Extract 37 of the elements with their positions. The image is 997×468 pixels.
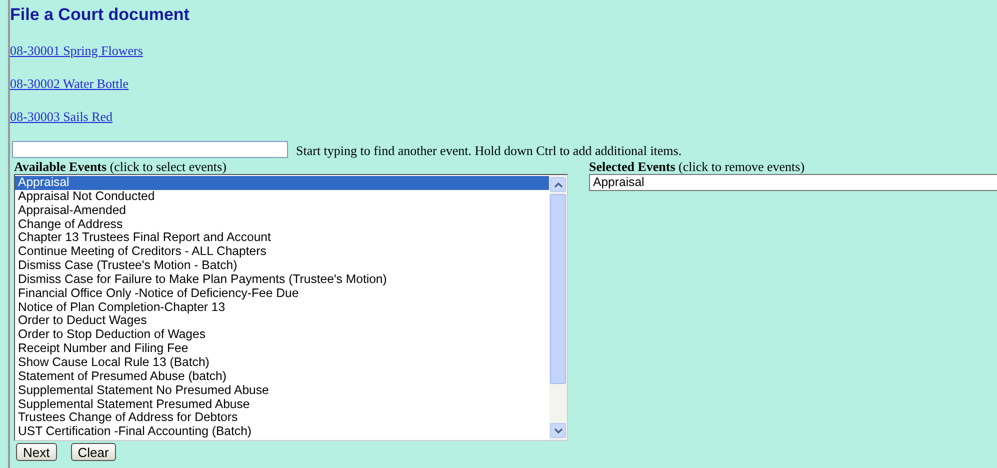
event-option[interactable]: Financial Office Only -Notice of Deficiency-Fee Due	[15, 286, 549, 301]
event-option[interactable]: Statement of Presumed Abuse (batch)	[15, 370, 549, 384]
event-option[interactable]: Show Cause Local Rule 13 (Batch)	[15, 356, 549, 370]
event-option[interactable]: Supplemental Statement Presumed Abuse	[15, 398, 549, 412]
event-option[interactable]: UST Certification -Final Accounting (Batch)	[15, 425, 549, 440]
event-option[interactable]: Notice of Plan Completion-Chapter 13	[15, 300, 549, 314]
scroll-thumb[interactable]	[550, 194, 566, 384]
event-option[interactable]: Receipt Number and Filing Fee	[15, 342, 549, 356]
case-link[interactable]: 08-30002 Water Bottle	[10, 76, 129, 91]
event-option[interactable]: Appraisal-Amended	[15, 204, 549, 218]
scroll-up-button[interactable]	[550, 177, 566, 192]
selected-event-option[interactable]: Appraisal	[590, 175, 997, 190]
event-option[interactable]: Dismiss Case for Failure to Make Plan Payments (Trustee's Motion)	[15, 272, 549, 287]
search-hint: Start typing to find another event. Hold down Ctrl to add additional items.	[296, 143, 682, 158]
event-search-field[interactable]	[12, 141, 288, 158]
form-button[interactable]: Next	[16, 443, 57, 461]
available-events-label: Available Events (click to select events)	[14, 159, 226, 174]
event-option[interactable]: Change of Address	[15, 218, 549, 232]
case-link[interactable]: 08-30003 Sails Red	[10, 109, 113, 124]
event-option[interactable]: Chapter 13 Trustees Final Report and Account	[15, 231, 549, 246]
page-title: File a Court document	[10, 4, 190, 25]
event-option[interactable]: Order to Deduct Wages	[15, 314, 549, 328]
event-option[interactable]: Appraisal	[15, 176, 549, 190]
scrollbar[interactable]	[549, 175, 567, 440]
event-option[interactable]: Appraisal Not Conducted	[15, 190, 549, 204]
event-option[interactable]: Order to Stop Deduction of Wages	[15, 328, 549, 342]
event-option[interactable]: Dismiss Case (Trustee's Motion - Batch)	[15, 259, 549, 273]
form-button[interactable]: Clear	[70, 443, 116, 461]
case-link[interactable]: 08-30001 Spring Flowers	[10, 43, 143, 58]
event-option[interactable]: Continue Meeting of Creditors - ALL Chapters	[15, 245, 549, 260]
event-option[interactable]: Trustees Change of Address for Debtors	[15, 411, 549, 426]
available-events-listbox[interactable]	[14, 174, 568, 441]
chevron-down-icon	[554, 428, 562, 434]
chevron-up-icon	[554, 182, 562, 188]
event-option[interactable]: Supplemental Statement No Presumed Abuse	[15, 384, 549, 398]
selected-events-label: Selected Events (click to remove events)	[589, 159, 805, 174]
scroll-down-button[interactable]	[550, 423, 566, 438]
